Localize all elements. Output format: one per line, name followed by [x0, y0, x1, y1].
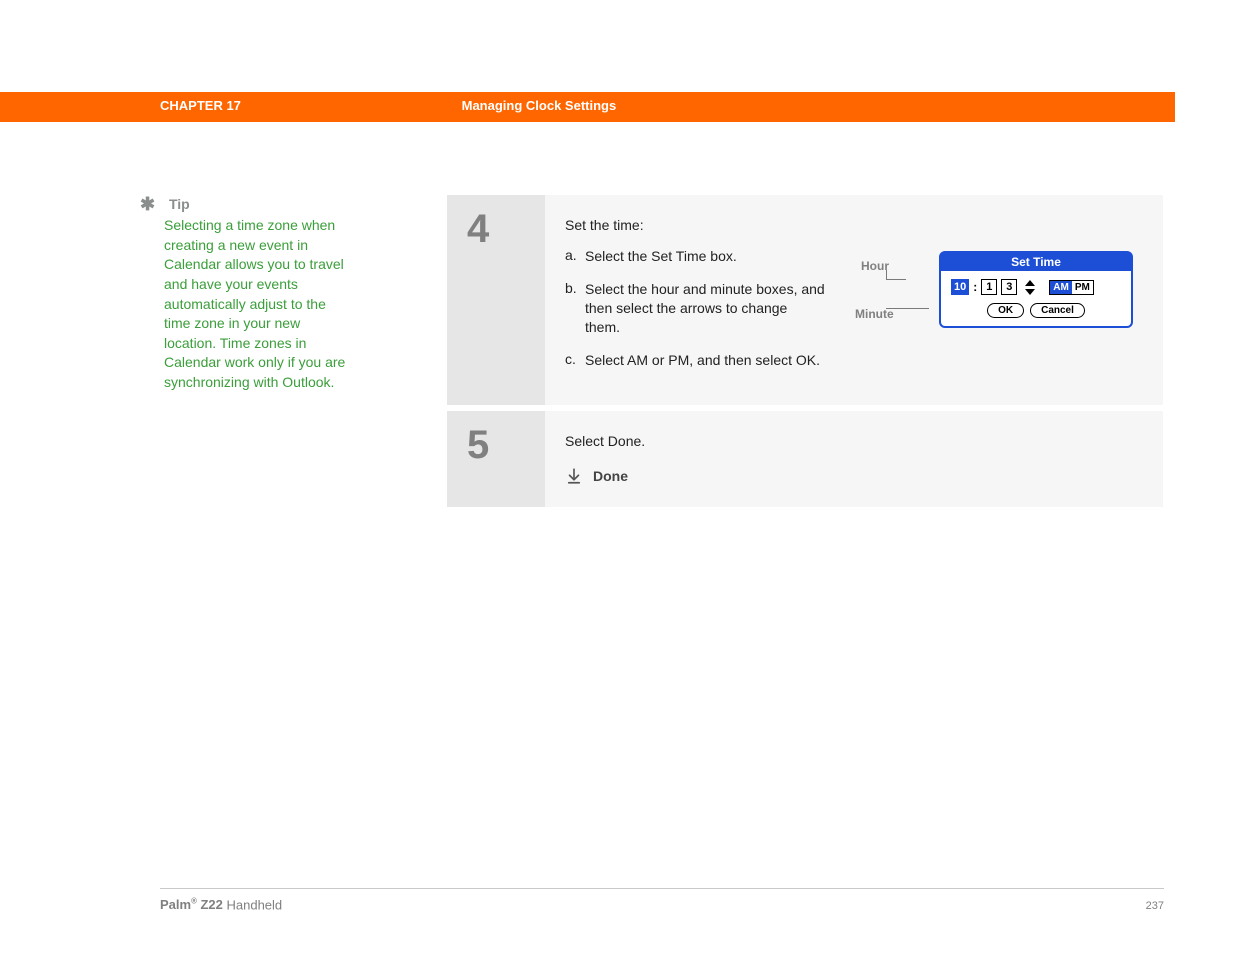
footer-product: Palm® Z22 Handheld	[160, 897, 282, 912]
step-body: Select Done. Done	[545, 411, 1163, 507]
time-input-row: 10 : 1 3 AM PM	[951, 279, 1121, 295]
ok-button[interactable]: OK	[987, 303, 1024, 318]
list-item: c. Select AM or PM, and then select OK.	[565, 351, 825, 370]
hour-box[interactable]: 10	[951, 279, 969, 295]
chapter-title: Managing Clock Settings	[462, 98, 617, 113]
page-footer: Palm® Z22 Handheld 237	[160, 888, 1164, 912]
minute-tens-box[interactable]: 1	[981, 279, 997, 295]
footer-model: Z22	[200, 897, 222, 912]
step-text: Select Done.	[565, 433, 1143, 449]
step-number: 4	[467, 209, 545, 249]
dialog-title: Set Time	[941, 253, 1131, 271]
tip-heading: Tip	[169, 196, 190, 212]
am-option[interactable]: AM	[1050, 281, 1072, 294]
list-text: Select the hour and minute boxes, and th…	[585, 280, 825, 337]
asterisk-icon: ✱	[140, 197, 155, 211]
step-intro-text: Set the time:	[565, 217, 1143, 233]
list-marker: a.	[565, 247, 585, 266]
list-item: b. Select the hour and minute boxes, and…	[565, 280, 825, 337]
time-colon: :	[973, 280, 977, 294]
hour-callout-label: Hour	[861, 259, 889, 273]
list-marker: b.	[565, 280, 585, 337]
footer-product-word: Handheld	[226, 897, 282, 912]
chapter-header: CHAPTER 17 Managing Clock Settings	[0, 92, 1175, 122]
arrow-down-icon[interactable]	[1025, 289, 1035, 295]
ampm-toggle[interactable]: AM PM	[1049, 280, 1094, 295]
list-marker: c.	[565, 351, 585, 370]
tip-sidebar: ✱ Tip Selecting a time zone when creatin…	[140, 195, 355, 393]
cancel-button[interactable]: Cancel	[1030, 303, 1085, 318]
list-text: Select AM or PM, and then select OK.	[585, 351, 825, 370]
minute-callout-label: Minute	[855, 307, 894, 321]
set-time-dialog: Set Time 10 : 1 3 AM	[939, 251, 1133, 328]
step-5: 5 Select Done. Done	[447, 411, 1163, 507]
done-indicator: Done	[565, 467, 1143, 485]
step-4: 4 Set the time: a. Select the Set Time b…	[447, 195, 1163, 405]
done-arrow-icon	[565, 467, 583, 485]
time-spinner[interactable]	[1025, 280, 1035, 295]
chapter-number: CHAPTER 17	[160, 98, 458, 113]
list-item: a. Select the Set Time box.	[565, 247, 825, 266]
steps-container: 4 Set the time: a. Select the Set Time b…	[447, 195, 1163, 513]
minute-ones-box[interactable]: 3	[1001, 279, 1017, 295]
step-number: 5	[467, 425, 545, 465]
footer-reg: ®	[191, 897, 197, 906]
page-number: 237	[1146, 900, 1164, 912]
arrow-up-icon[interactable]	[1025, 280, 1035, 286]
done-label: Done	[593, 468, 628, 484]
step-body: Set the time: a. Select the Set Time box…	[545, 195, 1163, 405]
pm-option[interactable]: PM	[1072, 281, 1093, 294]
list-text: Select the Set Time box.	[585, 247, 825, 266]
footer-brand: Palm	[160, 897, 191, 912]
tip-body-text: Selecting a time zone when creating a ne…	[164, 216, 355, 392]
step-number-cell: 5	[447, 411, 545, 507]
step-number-cell: 4	[447, 195, 545, 405]
